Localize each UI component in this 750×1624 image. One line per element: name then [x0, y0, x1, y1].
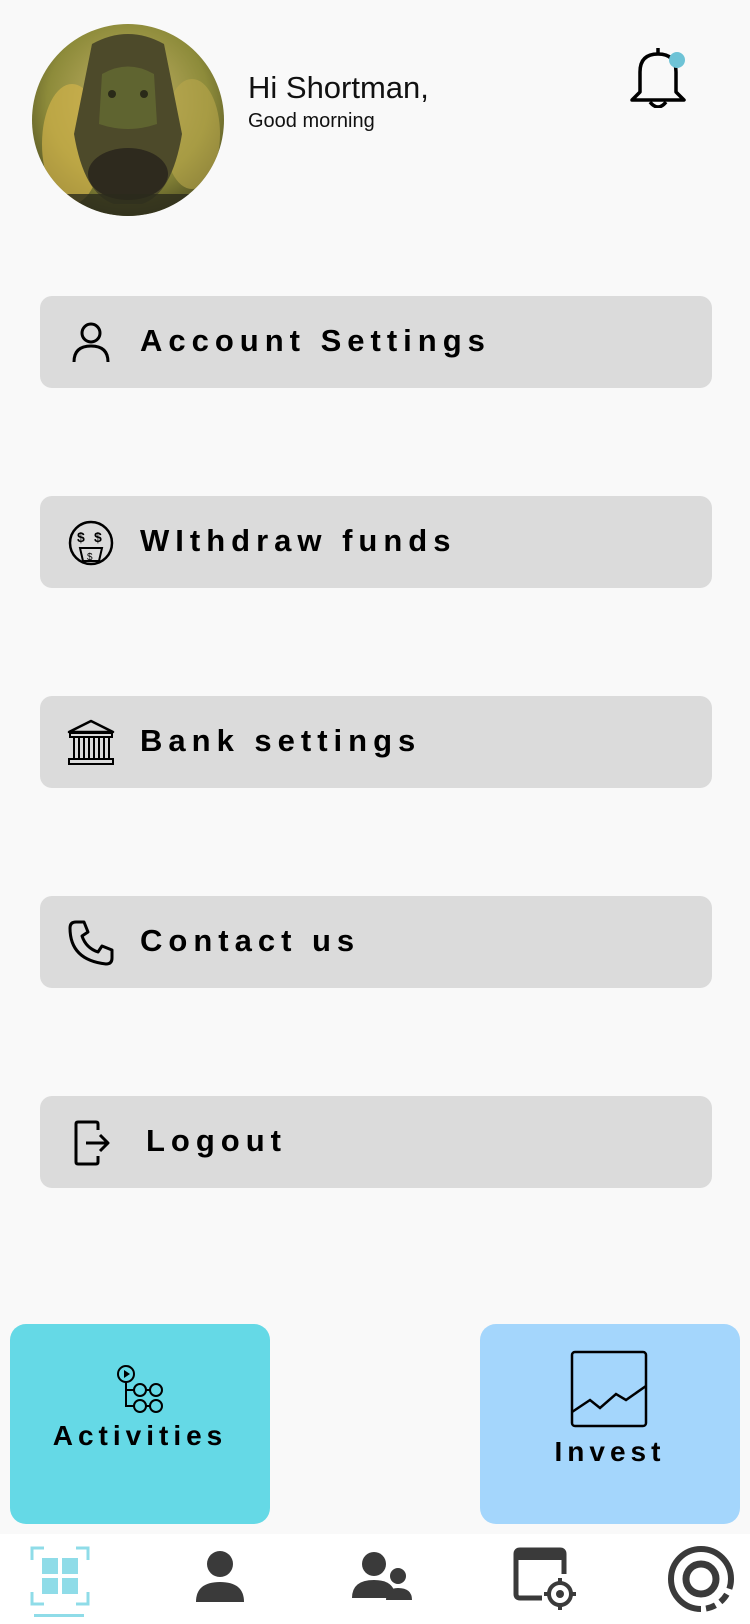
menu-label: Account Settings	[140, 323, 491, 358]
bottom-nav	[0, 1534, 750, 1624]
nav-active-indicator	[34, 1614, 84, 1617]
avatar[interactable]	[32, 24, 224, 216]
activities-label: Activities	[52, 1420, 228, 1451]
user-icon	[72, 322, 110, 363]
nav-browser[interactable]	[512, 1546, 578, 1612]
activities-card[interactable]: Activities	[10, 1324, 270, 1524]
invest-card[interactable]: Invest	[480, 1324, 740, 1524]
menu-item-contact-us[interactable]: Contact us	[40, 896, 712, 988]
workflow-icon	[117, 1365, 163, 1413]
nav-profile[interactable]	[190, 1546, 256, 1612]
svg-text:$: $	[77, 529, 85, 545]
menu-item-logout[interactable]: Logout	[40, 1096, 712, 1188]
nav-team[interactable]	[350, 1546, 416, 1612]
chart-icon	[570, 1350, 648, 1428]
subgreeting: Good morning	[248, 110, 375, 132]
dashboard-icon	[30, 1546, 90, 1606]
svg-text:$: $	[94, 529, 102, 545]
menu-label: WIthdraw funds	[140, 523, 457, 558]
menu-label: Logout	[146, 1123, 288, 1158]
svg-text:$: $	[87, 552, 93, 563]
profile-photo	[32, 24, 224, 216]
menu-label: Bank settings	[140, 723, 422, 758]
bell-icon	[630, 48, 686, 109]
greeting: Hi Shortman,	[248, 70, 429, 105]
menu-label: Contact us	[140, 923, 361, 958]
person-icon	[196, 1551, 244, 1602]
invest-label: Invest	[554, 1436, 666, 1467]
notification-button[interactable]	[628, 42, 690, 109]
people-icon	[352, 1552, 412, 1600]
nav-dashboard[interactable]	[30, 1546, 96, 1612]
logout-icon	[74, 1120, 110, 1166]
settings-ring-icon	[667, 1546, 734, 1612]
notification-dot	[669, 52, 685, 68]
nav-settings[interactable]	[667, 1546, 734, 1612]
phone-icon	[68, 920, 114, 966]
menu-item-bank-settings[interactable]: Bank settings	[40, 696, 712, 788]
menu-item-withdraw-funds[interactable]: $ $ $ WIthdraw funds	[40, 496, 712, 588]
bank-icon	[67, 719, 115, 765]
menu-item-account-settings[interactable]: Account Settings	[40, 296, 712, 388]
browser-target-icon	[513, 1547, 576, 1610]
money-face-icon: $ $ $	[68, 520, 114, 566]
